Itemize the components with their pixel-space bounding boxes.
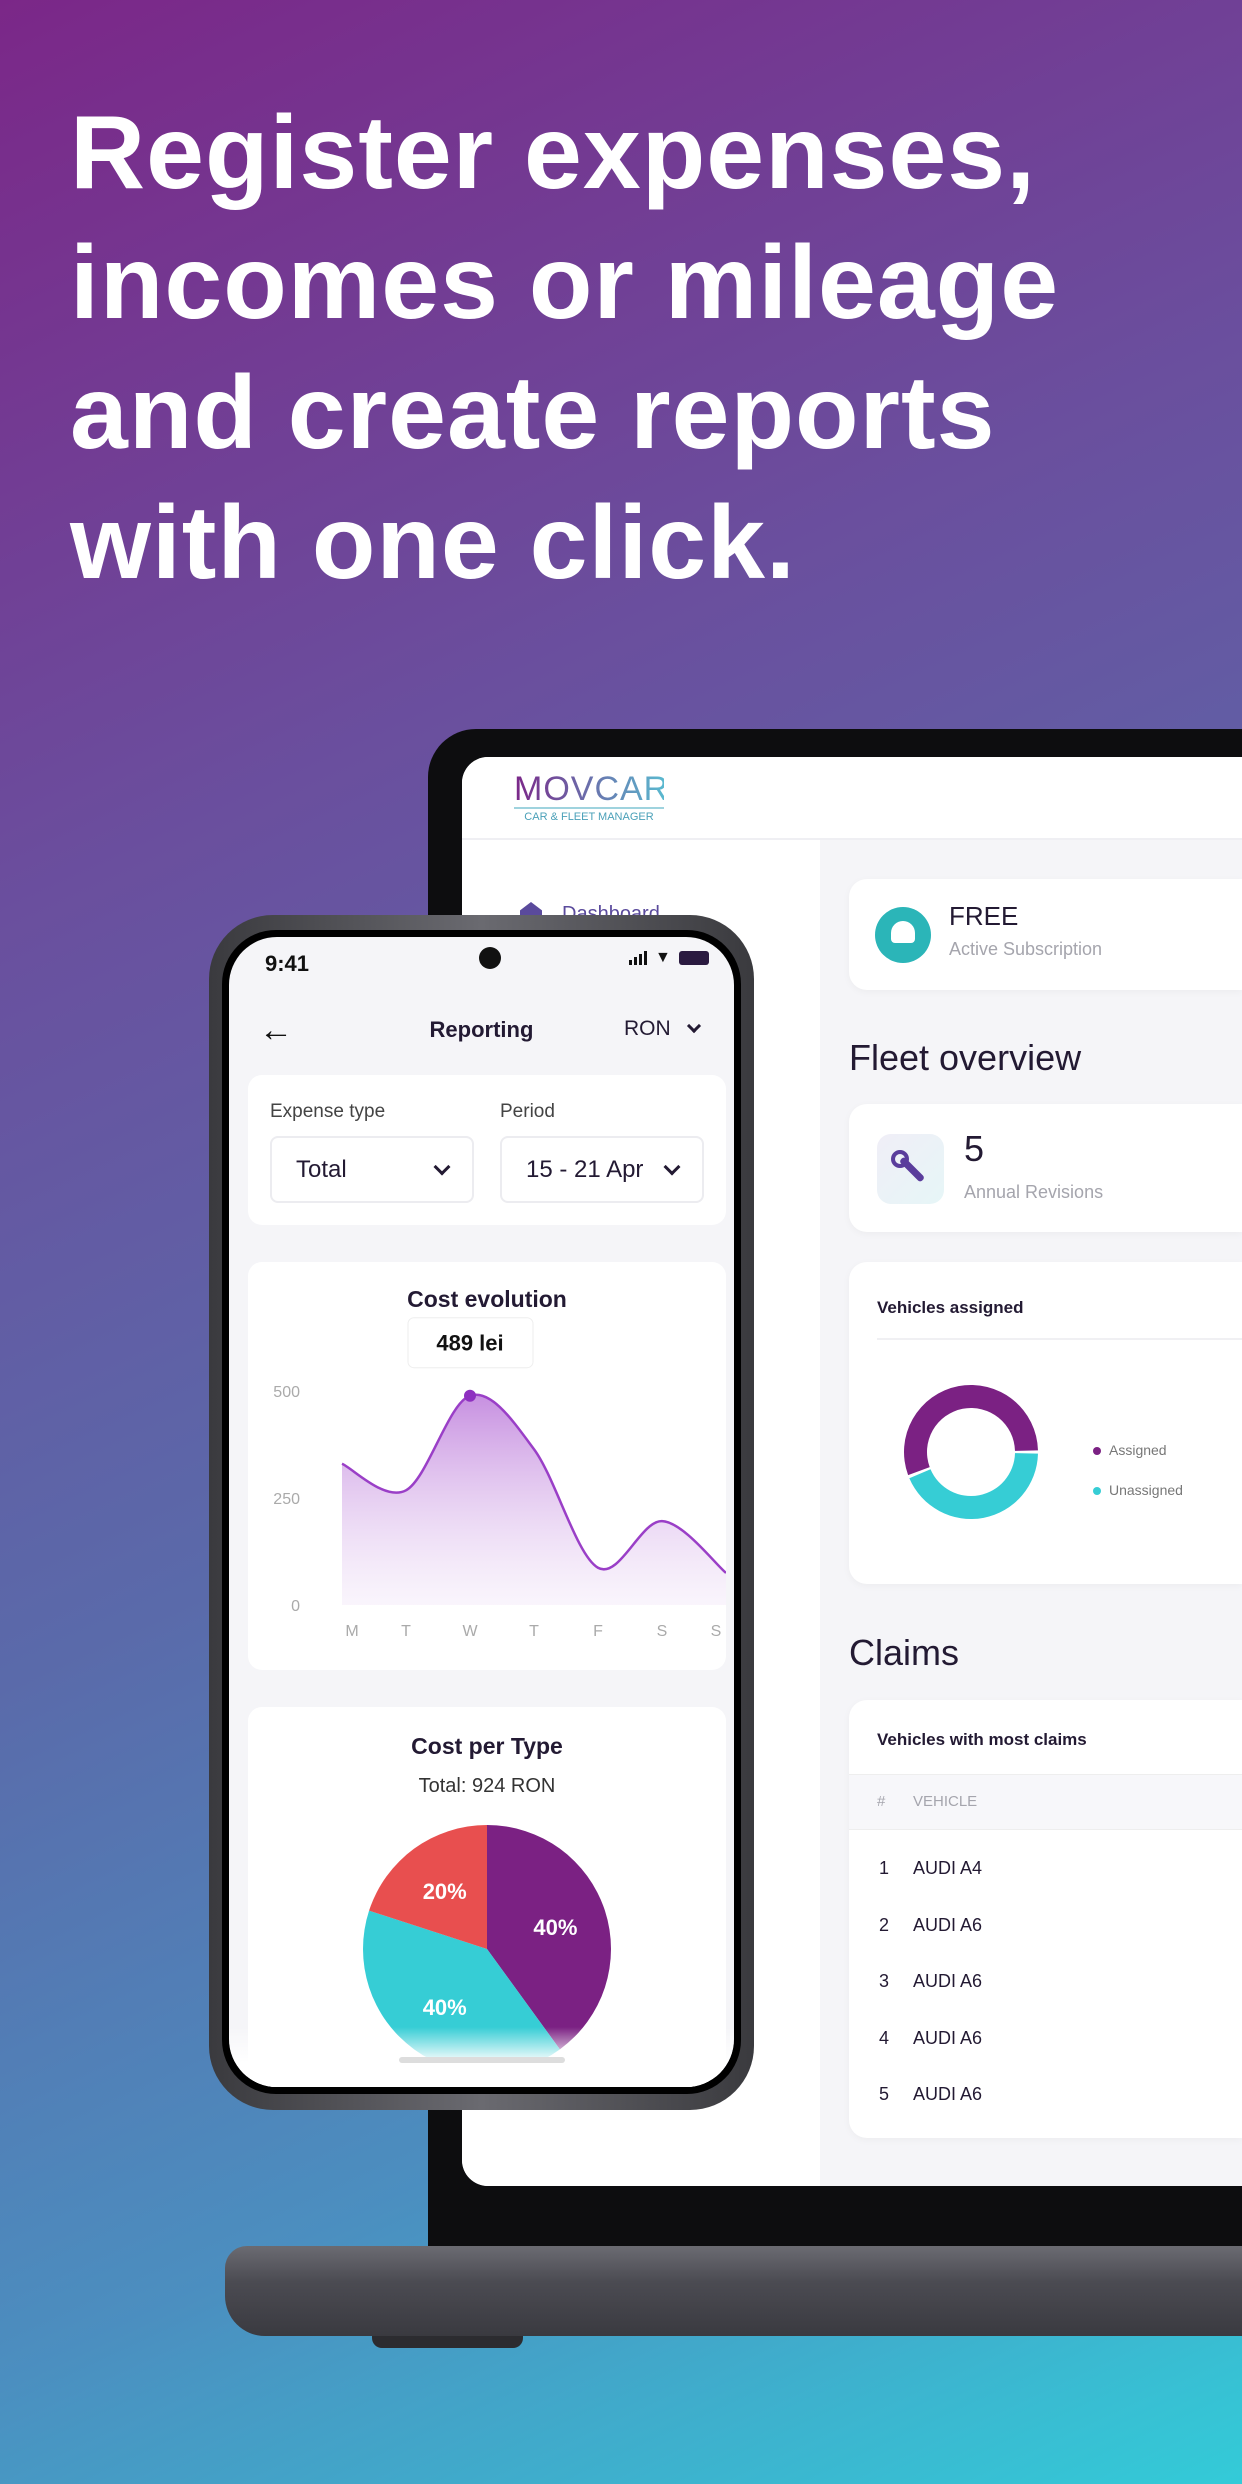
vehicles-assigned-card: Vehicles assigned Assigned Unassigned: [849, 1262, 1242, 1584]
row-rank: 3: [879, 1971, 890, 1991]
x-tick-label: S: [711, 1623, 722, 1640]
donut-legend: Assigned Unassigned: [1093, 1430, 1183, 1510]
annual-revisions-card[interactable]: 5 Annual Revisions: [849, 1104, 1242, 1232]
row-rank: 4: [879, 2027, 890, 2048]
y-tick-label: 250: [273, 1491, 300, 1508]
x-tick-label: F: [593, 1623, 603, 1640]
cost-evolution-chart: 500 250 0 M T W T F S S 489 lei: [273, 1317, 726, 1640]
phone: 9:41 ▼ ← Reporting RON Expense type Peri…: [209, 915, 754, 2110]
pie-slice-label: 40%: [423, 1995, 467, 2020]
row-vehicle: AUDI A6: [913, 2027, 983, 2048]
y-tick-label: 0: [291, 1598, 300, 1615]
highlight-point[interactable]: [464, 1389, 476, 1402]
vehicles-assigned-donut: [904, 1385, 1038, 1519]
legend-assigned: Assigned: [1093, 1430, 1183, 1470]
chevron-down-icon: [663, 1158, 681, 1175]
x-tick-label: W: [462, 1623, 478, 1640]
chevron-down-icon: [433, 1158, 451, 1175]
row-rank: 5: [879, 2084, 890, 2104]
area-fill: [342, 1394, 726, 1605]
headline: Register expenses, incomes or mileage an…: [70, 95, 1060, 601]
phone-screen: 9:41 ▼ ← Reporting RON Expense type Peri…: [229, 937, 734, 2087]
app-header: MOVCAR CAR & FLEET MANAGER: [462, 757, 1242, 840]
laptop-foot: [372, 2336, 523, 2348]
wrench-icon: [877, 1134, 944, 1204]
subscription-card[interactable]: FREE Active Subscription: [849, 879, 1242, 990]
laptop-base: [225, 2246, 1242, 2336]
row-vehicle: AUDI A6: [913, 1971, 983, 1991]
x-tick-label: T: [401, 1623, 411, 1640]
row-rank: 2: [879, 1914, 890, 1935]
row-vehicle: AUDI A6: [913, 2084, 983, 2104]
x-tick-label: T: [529, 1623, 539, 1640]
wifi-icon: ▼: [655, 949, 671, 966]
legend-unassigned: Unassigned: [1093, 1470, 1183, 1510]
pie-slice-label: 20%: [423, 1879, 467, 1904]
status-icons: ▼: [629, 949, 709, 966]
donut-segment-unassigned: [909, 1453, 1038, 1519]
expense-type-select[interactable]: Total: [270, 1136, 474, 1203]
x-tick-label: S: [657, 1623, 668, 1640]
home-indicator[interactable]: [399, 2057, 565, 2063]
pie-slice-label: 40%: [533, 1915, 577, 1940]
y-tick-label: 500: [273, 1384, 300, 1401]
x-tick-label: M: [345, 1623, 358, 1640]
row-rank: 1: [879, 1858, 890, 1878]
signal-icon: [629, 951, 647, 965]
badge-cap-icon: [875, 907, 931, 963]
claims-table-card: Vehicles with most claims # VEHICLE 1 AUD…: [849, 1700, 1242, 2138]
battery-icon: [678, 951, 709, 965]
chevron-down-icon: [686, 1018, 701, 1034]
section-title-fleet-overview: Fleet overview: [849, 1037, 1082, 1078]
section-title-claims: Claims: [849, 1632, 960, 1673]
cost-evolution-card: Cost evolution 500 250 0 M T W T F S S 489 lei: [248, 1262, 726, 1670]
movcar-logo[interactable]: MOVCAR CAR & FLEET MANAGER: [514, 771, 668, 823]
tooltip-label: 489 lei: [436, 1331, 503, 1356]
period-select[interactable]: 15 - 21 Apr: [500, 1136, 704, 1203]
camera: [479, 947, 501, 969]
status-time: 9:41: [265, 951, 310, 976]
row-vehicle: AUDI A4: [913, 1858, 983, 1878]
row-vehicle: AUDI A6: [913, 1914, 983, 1935]
currency-dropdown[interactable]: RON: [624, 1017, 701, 1041]
table-header: # VEHICLE: [849, 1774, 1242, 1830]
filters-card: Expense type Period Total 15 - 21 Apr: [248, 1075, 726, 1225]
